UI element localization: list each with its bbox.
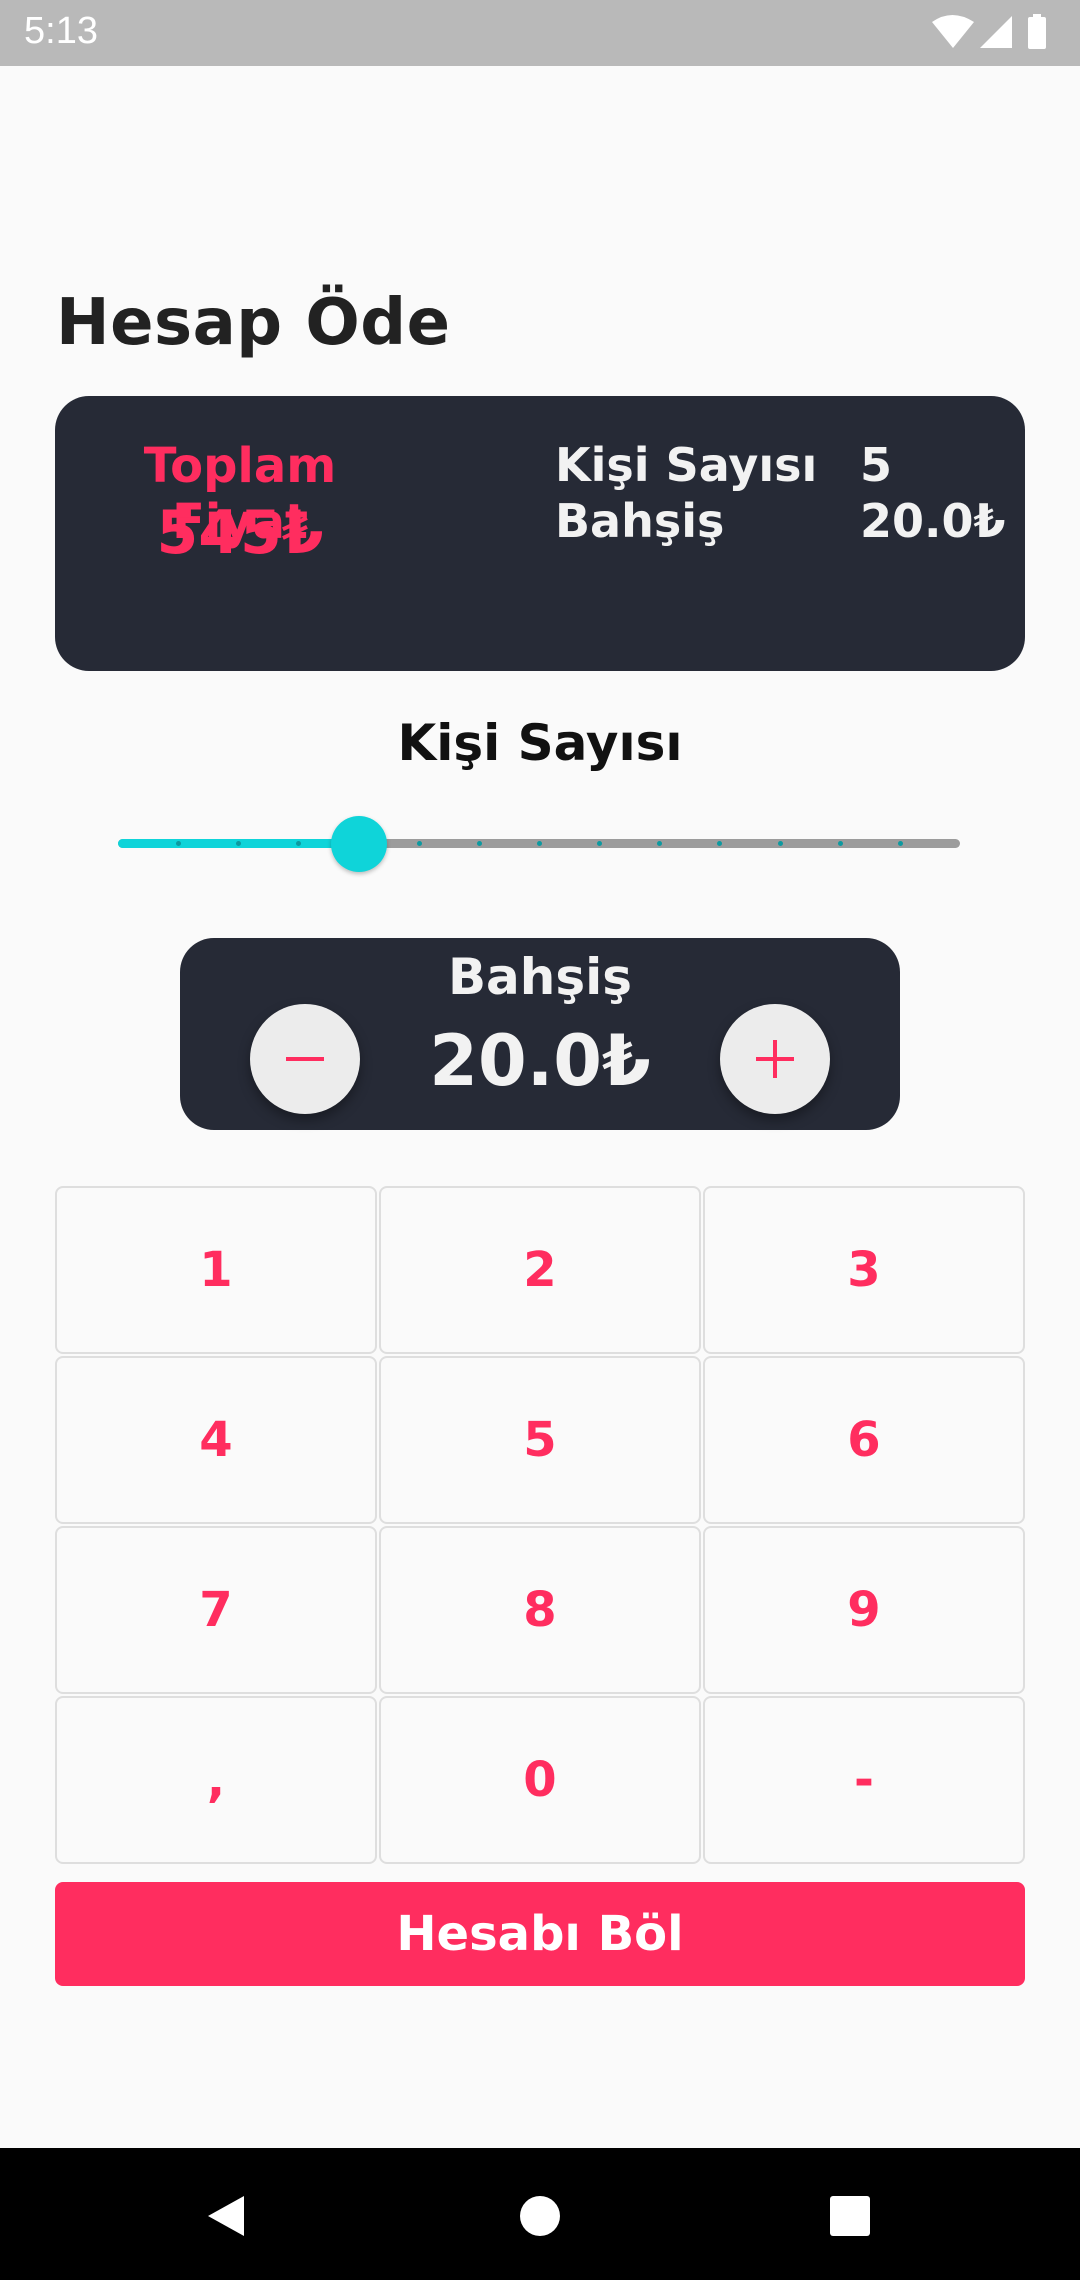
people-count-label: Kişi Sayısı	[555, 438, 818, 492]
tip-label: Bahşiş	[555, 494, 725, 548]
battery-icon	[1028, 17, 1046, 49]
split-bill-button[interactable]: Hesabı Böl	[55, 1882, 1025, 1986]
slider-step-dot	[837, 841, 843, 846]
people-slider[interactable]	[118, 816, 960, 872]
slider-thumb[interactable]	[330, 816, 387, 872]
back-icon[interactable]	[196, 2186, 256, 2246]
increase-tip-button[interactable]	[720, 1004, 830, 1114]
keypad: 1 2 3 4 5 6 7 8 9 , 0 -	[55, 1186, 1025, 1866]
summary-card: Toplam Fiyat 545₺ Kişi Sayısı 5 Bahşiş 2…	[55, 396, 1025, 671]
nav-bar	[0, 2148, 1080, 2280]
page-title: Hesap Öde	[56, 286, 451, 360]
plus-icon	[756, 1040, 794, 1078]
status-icons	[932, 14, 1046, 49]
key-3[interactable]: 3	[703, 1186, 1025, 1354]
recents-icon[interactable]	[820, 2186, 880, 2246]
slider-step-dot	[416, 841, 422, 846]
status-bar: 5:13	[0, 0, 1080, 66]
key-6[interactable]: 6	[703, 1356, 1025, 1524]
signal-icon	[980, 16, 1012, 48]
wifi-icon	[932, 15, 974, 48]
key-5[interactable]: 5	[379, 1356, 701, 1524]
slider-step-dot	[537, 841, 542, 846]
key-9[interactable]: 9	[703, 1526, 1025, 1694]
people-slider-title: Kişi Sayısı	[397, 714, 683, 772]
total-price-value: 545₺	[156, 498, 324, 568]
tip-value: 20.0₺	[860, 494, 1006, 548]
key-7[interactable]: 7	[55, 1526, 377, 1694]
people-count-value: 5	[860, 438, 893, 492]
key-1[interactable]: 1	[55, 1186, 377, 1354]
key-2[interactable]: 2	[379, 1186, 701, 1354]
tip-card: Bahşiş 20.0₺	[180, 938, 900, 1130]
home-icon[interactable]	[510, 2186, 570, 2246]
key-minus[interactable]: -	[703, 1696, 1025, 1864]
key-comma[interactable]: ,	[55, 1696, 377, 1864]
tip-amount: 20.0₺	[429, 1020, 651, 1102]
minus-icon	[286, 1057, 324, 1061]
slider-step-dot	[476, 841, 482, 846]
key-4[interactable]: 4	[55, 1356, 377, 1524]
tip-title: Bahşiş	[447, 948, 633, 1006]
key-0[interactable]: 0	[379, 1696, 701, 1864]
slider-step-dot	[777, 841, 783, 846]
key-8[interactable]: 8	[379, 1526, 701, 1694]
status-time: 5:13	[24, 10, 98, 52]
slider-step-dot	[897, 841, 903, 846]
